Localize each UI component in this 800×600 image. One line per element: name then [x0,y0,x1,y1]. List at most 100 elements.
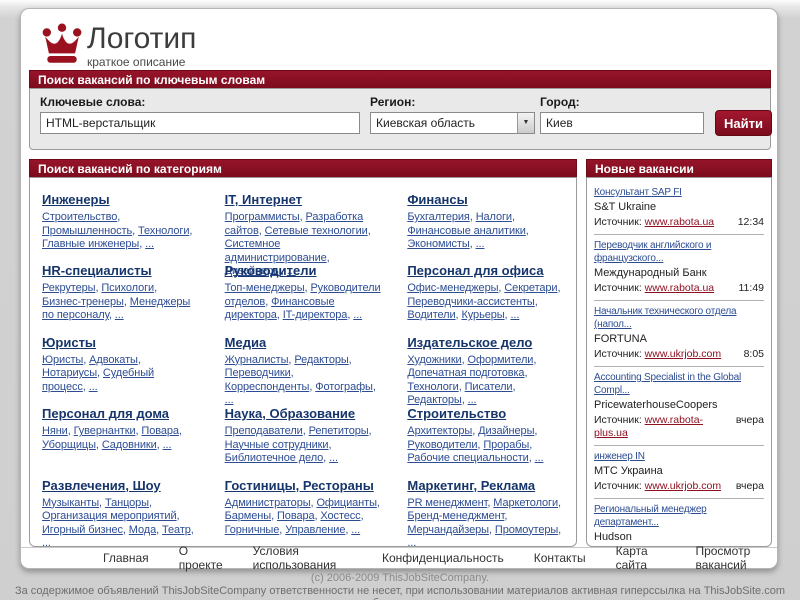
category-sub-link[interactable]: Маркетологи [493,497,558,509]
category-sub-link[interactable]: Рабочие специальности [407,452,528,464]
category-sub-link[interactable]: Промышленность [42,225,132,237]
chevron-down-icon[interactable]: ▼ [517,113,534,133]
category-sub-link[interactable]: Программисты [225,211,300,223]
category-sub-link[interactable]: Психологи [101,282,154,294]
category-sub-link[interactable]: Рекрутеры [42,282,96,294]
category-title-link[interactable]: Наука, Образование [225,406,355,421]
footer-link[interactable]: Главная [103,551,149,565]
vacancy-title-link[interactable]: Переводчик английского и французского... [594,239,764,265]
category-sub-link[interactable]: Мерчандайзеры [407,524,489,536]
footer-link[interactable]: Просмотр вакансий [695,544,777,572]
category-sub-link[interactable]: Писатели [465,381,513,393]
category-more-link[interactable]: ... [42,537,51,546]
category-sub-link[interactable]: PR менеджмент [407,497,487,509]
category-sub-link[interactable]: Курьеры [461,309,504,321]
category-sub-link[interactable]: Повара [141,425,179,437]
category-sub-link[interactable]: Хостесс [320,510,360,522]
category-sub-link[interactable]: Главные инженеры [42,238,139,250]
category-sub-link[interactable]: Нотариусы [42,367,97,379]
category-sub-link[interactable]: Игорный бизнес [42,524,123,536]
category-title-link[interactable]: Руководители [225,263,317,278]
category-more-link[interactable]: ... [351,524,360,536]
category-sub-link[interactable]: Журналисты [225,354,289,366]
category-title-link[interactable]: Персонал для офиса [407,263,543,278]
category-sub-link[interactable]: Промоутеры [495,524,558,536]
category-sub-link[interactable]: Репетиторы [309,425,369,437]
category-title-link[interactable]: Инженеры [42,192,110,207]
vacancy-source-link[interactable]: www.ukrjob.com [645,348,721,360]
category-more-link[interactable]: ... [329,452,338,464]
category-sub-link[interactable]: Няни [42,425,68,437]
category-sub-link[interactable]: Официанты [316,497,377,509]
category-sub-link[interactable]: Налоги [476,211,512,223]
category-sub-link[interactable]: Горничные [225,524,280,536]
category-sub-link[interactable]: Технологи [138,225,189,237]
category-more-link[interactable]: ... [407,537,416,546]
vacancy-title-link[interactable]: Accounting Specialist in the Global Comp… [594,371,764,397]
category-title-link[interactable]: Строительство [407,406,506,421]
category-more-link[interactable]: ... [145,238,154,250]
category-more-link[interactable]: ... [89,381,98,393]
category-sub-link[interactable]: Офис-менеджеры [407,282,498,294]
category-sub-link[interactable]: Дизайнеры [478,425,534,437]
category-sub-link[interactable]: Мода [129,524,156,536]
category-sub-link[interactable]: Гувернантки [74,425,136,437]
city-input[interactable] [540,112,704,134]
category-sub-link[interactable]: Музыканты [42,497,99,509]
category-sub-link[interactable]: Адвокаты [89,354,138,366]
category-title-link[interactable]: Гостиницы, Рестораны [225,478,374,493]
category-sub-link[interactable]: Архитекторы [407,425,472,437]
category-sub-link[interactable]: Секретари [504,282,557,294]
category-title-link[interactable]: Издательское дело [407,335,532,350]
footer-link[interactable]: Конфиденциальность [382,551,504,565]
category-sub-link[interactable]: Водители [407,309,455,321]
category-sub-link[interactable]: Бухгалтерия [407,211,470,223]
category-more-link[interactable]: ... [535,452,544,464]
category-more-link[interactable]: ... [353,309,362,321]
region-select[interactable]: Киевская область ▼ [370,112,535,134]
category-sub-link[interactable]: Преподаватели [225,425,303,437]
vacancy-title-link[interactable]: Консультант SAP FI [594,186,764,199]
footer-link[interactable]: Карта сайта [616,544,666,572]
category-sub-link[interactable]: Оформители [468,354,534,366]
category-sub-link[interactable]: Повара [277,510,315,522]
category-sub-link[interactable]: Экономисты [407,238,469,250]
vacancy-title-link[interactable]: инженер IN [594,450,764,463]
category-sub-link[interactable]: Переводчики [225,367,291,379]
category-sub-link[interactable]: Редакторы [294,354,348,366]
footer-link[interactable]: Условия использования [253,544,352,572]
category-sub-link[interactable]: Строительство [42,211,117,223]
category-sub-link[interactable]: Финансовые аналитики [407,225,526,237]
category-sub-link[interactable]: Танцоры [105,497,149,509]
category-title-link[interactable]: Развлечения, Шоу [42,478,161,493]
keywords-input[interactable] [40,112,360,134]
category-title-link[interactable]: Финансы [407,192,467,207]
category-more-link[interactable]: ... [115,309,124,321]
category-more-link[interactable]: ... [163,439,172,451]
category-sub-link[interactable]: Художники [407,354,461,366]
category-more-link[interactable]: ... [510,309,519,321]
vacancy-title-link[interactable]: Начальник технического отдела (напол... [594,305,764,331]
category-sub-link[interactable]: Уборщицы [42,439,96,451]
category-sub-link[interactable]: Фотографы [315,381,373,393]
category-more-link[interactable]: ... [476,238,485,250]
footer-link[interactable]: О проекте [179,544,223,572]
category-sub-link[interactable]: Прорабы [483,439,529,451]
vacancy-source-link[interactable]: www.rabota.ua [645,282,714,294]
category-sub-link[interactable]: Администраторы [225,497,311,509]
category-sub-link[interactable]: Допечатная подготовка [407,367,524,379]
vacancy-title-link[interactable]: Региональный менеджер департамент... [594,503,764,529]
category-sub-link[interactable]: Бренд-менеджмент [407,510,504,522]
category-sub-link[interactable]: Переводчики-ассистенты [407,296,534,308]
category-sub-link[interactable]: Руководители [407,439,477,451]
category-sub-link[interactable]: Бизнес-тренеры [42,296,124,308]
category-sub-link[interactable]: Театр [162,524,191,536]
category-title-link[interactable]: Персонал для дома [42,406,169,421]
vacancy-source-link[interactable]: www.ukrjob.com [645,480,721,492]
category-sub-link[interactable]: Библиотечное дело [225,452,324,464]
category-sub-link[interactable]: Садовники [102,439,157,451]
category-sub-link[interactable]: Управление [285,524,345,536]
category-title-link[interactable]: Маркетинг, Реклама [407,478,535,493]
category-sub-link[interactable]: Системное администрирование [225,238,327,264]
category-title-link[interactable]: Юристы [42,335,96,350]
